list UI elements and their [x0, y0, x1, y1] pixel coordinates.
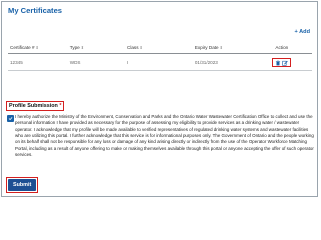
submit-highlight: Submit [6, 177, 39, 193]
add-certificate-link[interactable]: + Add [295, 29, 311, 35]
section-title: My Certificates [8, 6, 63, 15]
consent-text: I hereby authorize the Ministry of the E… [15, 114, 314, 158]
sort-icon: ⬍ [80, 45, 85, 50]
check-icon [8, 117, 13, 121]
profile-submission-heading: Profile Submission * [6, 101, 65, 111]
edit-icon[interactable] [282, 60, 289, 66]
col-header-action: Action [251, 43, 312, 54]
sort-icon: ⬍ [219, 45, 223, 50]
certificates-table: Certificate #⬍ Type⬍ Class⬍ Expiry Date⬍… [8, 43, 312, 71]
col-header-expiry[interactable]: Expiry Date⬍ [192, 43, 252, 54]
certificates-panel: My Certificates + Add Certificate #⬍ Typ… [1, 1, 318, 197]
cell-expiry: 01/31/2023 [192, 53, 252, 71]
consent-checkbox[interactable] [7, 115, 14, 122]
sort-icon: ⬍ [139, 45, 143, 50]
row-actions [272, 58, 292, 67]
sort-icon: ⬍ [35, 45, 39, 50]
col-header-type[interactable]: Type⬍ [67, 43, 126, 54]
table-row: 12345 WDS I 01/31/2023 [8, 53, 312, 71]
trash-icon[interactable] [275, 60, 281, 66]
cell-type: WDS [67, 53, 126, 71]
col-header-class[interactable]: Class⬍ [125, 43, 193, 54]
cell-action [251, 53, 312, 71]
table-header-row: Certificate #⬍ Type⬍ Class⬍ Expiry Date⬍… [8, 43, 312, 54]
cell-certificate-number: 12345 [8, 53, 68, 71]
submit-button[interactable]: Submit [8, 179, 37, 191]
cell-class: I [125, 53, 193, 71]
col-header-certificate[interactable]: Certificate #⬍ [8, 43, 68, 54]
